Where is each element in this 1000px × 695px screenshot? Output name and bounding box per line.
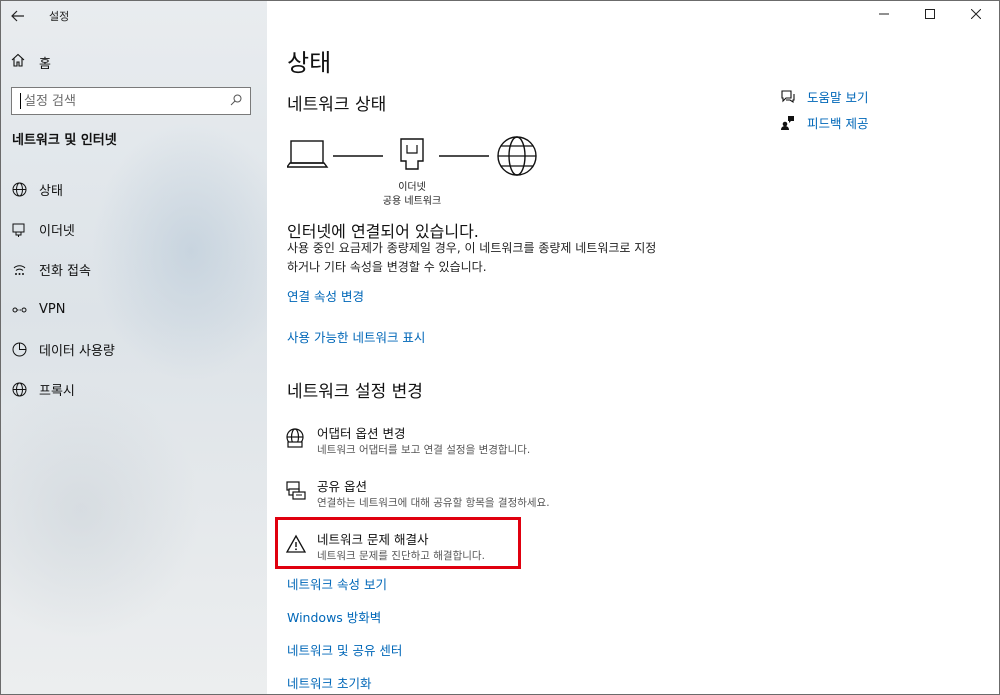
ethernet-plug-icon <box>400 138 424 170</box>
home-icon <box>11 53 29 71</box>
network-sharing-center-link[interactable]: 네트워크 및 공유 센터 <box>287 640 402 659</box>
sidebar-item-label: 상태 <box>39 183 63 199</box>
sidebar-item-data-usage[interactable]: 데이터 사용량 <box>1 329 267 369</box>
window-controls <box>861 1 999 27</box>
network-diagram: 이더넷 공용 네트워크 <box>287 131 547 211</box>
back-arrow-icon <box>11 10 24 22</box>
view-network-properties-link[interactable]: 네트워크 속성 보기 <box>287 574 387 593</box>
sidebar-item-label: 프록시 <box>39 383 75 399</box>
sidebar-item-dialup[interactable]: 전화 접속 <box>1 249 267 289</box>
settings-window: 설정 홈 네트워크 및 인터넷 상태 <box>0 0 1000 695</box>
sidebar-item-vpn[interactable]: VPN <box>1 289 267 329</box>
ethernet-icon <box>11 221 27 237</box>
proxy-globe-icon <box>11 381 27 397</box>
sidebar-item-label: 이더넷 <box>39 223 75 239</box>
sidebar-nav: 상태 이더넷 전화 접속 VPN 데이터 사용량 프록시 <box>1 169 267 409</box>
adapter-globe-icon <box>285 427 307 449</box>
home-label: 홈 <box>39 56 51 72</box>
minimize-button[interactable] <box>861 1 907 27</box>
search-box[interactable] <box>11 87 251 115</box>
app-title: 설정 <box>49 10 70 23</box>
main-content: 상태 네트워크 상태 이더넷 공용 네트워크 인터넷에 연결되어 있습니다. 사… <box>267 1 999 694</box>
feedback-person-icon <box>779 115 795 130</box>
feedback-label: 피드백 제공 <box>807 115 869 131</box>
network-name: 공용 네트워크 <box>382 196 442 207</box>
close-button[interactable] <box>953 1 999 27</box>
adapter-name: 이더넷 <box>398 182 426 193</box>
search-input[interactable] <box>24 93 230 109</box>
sidebar-item-status[interactable]: 상태 <box>1 169 267 209</box>
help-chat-icon <box>779 89 795 104</box>
status-globe-icon <box>11 181 27 197</box>
vpn-icon <box>11 301 27 317</box>
sharing-options-item[interactable]: 공유 옵션 연결하는 네트워크에 대해 공유할 항목을 결정하세요. <box>285 478 550 511</box>
related-links: 도움말 보기 피드백 제공 <box>779 83 868 135</box>
option-title: 공유 옵션 <box>317 479 367 494</box>
windows-firewall-link[interactable]: Windows 방화벽 <box>287 607 381 626</box>
network-status-heading: 네트워크 상태 <box>287 95 387 115</box>
show-available-networks-link[interactable]: 사용 가능한 네트워크 표시 <box>287 327 425 346</box>
change-connection-properties-link[interactable]: 연결 속성 변경 <box>287 286 364 305</box>
page-title: 상태 <box>287 49 332 77</box>
laptop-icon <box>287 140 329 168</box>
text-caret <box>20 93 21 109</box>
connected-description: 사용 중인 요금제가 종량제일 경우, 이 네트워크를 종량제 네트워크로 지정… <box>287 241 657 274</box>
section-title: 네트워크 및 인터넷 <box>12 133 117 148</box>
get-help-link[interactable]: 도움말 보기 <box>779 83 868 109</box>
close-icon <box>971 9 981 19</box>
sharing-printer-icon <box>285 480 307 502</box>
adapter-options-item[interactable]: 어댑터 옵션 변경 네트워크 어댑터를 보고 연결 설정을 변경합니다. <box>285 425 530 458</box>
search-icon[interactable] <box>230 94 242 109</box>
sidebar-item-label: 전화 접속 <box>39 263 91 279</box>
give-feedback-link[interactable]: 피드백 제공 <box>779 109 868 135</box>
maximize-icon <box>925 9 935 19</box>
maximize-button[interactable] <box>907 1 953 27</box>
internet-globe-icon <box>497 136 537 176</box>
troubleshooter-highlight-box <box>275 517 521 569</box>
help-label: 도움말 보기 <box>807 89 869 105</box>
back-button[interactable] <box>1 3 35 29</box>
minimize-icon <box>879 13 889 15</box>
network-reset-link[interactable]: 네트워크 초기화 <box>287 673 371 692</box>
data-usage-icon <box>11 341 27 357</box>
sidebar-item-label: 데이터 사용량 <box>39 343 115 359</box>
change-settings-heading: 네트워크 설정 변경 <box>287 382 423 402</box>
option-subtitle: 연결하는 네트워크에 대해 공유할 항목을 결정하세요. <box>317 497 550 509</box>
option-subtitle: 네트워크 어댑터를 보고 연결 설정을 변경합니다. <box>317 444 531 456</box>
home-nav[interactable]: 홈 <box>11 51 51 73</box>
title-bar: 설정 <box>1 1 267 31</box>
sidebar: 설정 홈 네트워크 및 인터넷 상태 <box>1 1 267 694</box>
option-title: 어댑터 옵션 변경 <box>317 426 406 441</box>
sidebar-item-ethernet[interactable]: 이더넷 <box>1 209 267 249</box>
dialup-icon <box>11 261 27 277</box>
sidebar-item-label: VPN <box>39 301 66 317</box>
sidebar-item-proxy[interactable]: 프록시 <box>1 369 267 409</box>
